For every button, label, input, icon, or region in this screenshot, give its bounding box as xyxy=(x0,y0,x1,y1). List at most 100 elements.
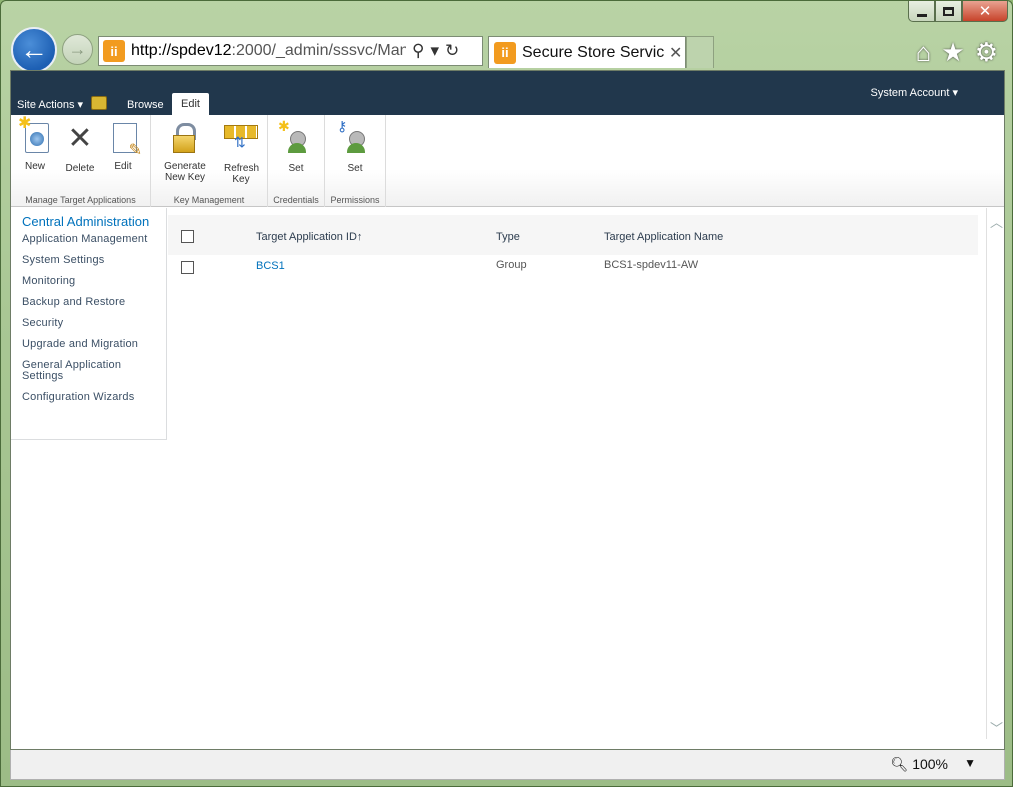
new-tab-button[interactable] xyxy=(686,36,714,68)
chevron-down-icon: ▾ xyxy=(952,87,958,99)
search-icon[interactable]: ⚲ xyxy=(412,41,424,61)
scroll-up-icon[interactable]: ︿ xyxy=(990,212,1003,231)
sharepoint-top-bar: Site Actions ▾ Browse Edit System Accoun… xyxy=(11,71,1004,115)
group-label: Credentials xyxy=(273,195,319,205)
favorites-star-icon[interactable]: ★ xyxy=(941,37,964,68)
delete-button[interactable]: ✕ Delete xyxy=(59,115,101,207)
back-button[interactable]: ← xyxy=(11,27,57,73)
set-credentials-label: Set xyxy=(288,163,304,174)
generate-new-key-button[interactable]: Generate New Key xyxy=(151,115,219,207)
tab-title: Secure Store Service... xyxy=(522,43,665,61)
navigate-up-icon[interactable] xyxy=(91,96,107,110)
delete-label: Delete xyxy=(65,163,95,174)
tab-edit[interactable]: Edit xyxy=(172,93,209,115)
new-label: New xyxy=(24,161,45,172)
minimize-button[interactable] xyxy=(908,1,935,22)
set-credentials-button[interactable]: ✱ Set xyxy=(268,115,324,207)
ribbon-group-permissions: ⚷ Set Permissions xyxy=(325,115,386,207)
maximize-button[interactable] xyxy=(935,1,962,22)
browser-tab[interactable]: ii Secure Store Service... ✕ xyxy=(488,36,686,68)
minimize-icon xyxy=(916,13,927,17)
tab-close-icon[interactable]: ✕ xyxy=(669,43,682,63)
maximize-icon xyxy=(943,6,954,16)
close-icon: ✕ xyxy=(978,2,992,20)
window-controls: ✕ xyxy=(908,1,1008,23)
refresh-key-button[interactable]: Refresh Key xyxy=(219,115,263,207)
row-checkbox[interactable] xyxy=(181,261,194,274)
account-label: System Account xyxy=(870,87,950,99)
nav-item-monitoring[interactable]: Monitoring xyxy=(22,276,166,287)
sparkle-icon: ✱ xyxy=(278,118,290,134)
scroll-down-icon[interactable]: ﹀ xyxy=(990,718,1003,737)
new-button[interactable]: New xyxy=(11,115,59,207)
edit-label: Edit xyxy=(114,161,132,172)
user-account-menu[interactable]: System Account ▾ xyxy=(871,86,958,99)
generate-new-key-label: Generate New Key xyxy=(164,161,206,183)
set-permissions-label: Set xyxy=(347,163,363,174)
url-path: :2000/_admin/sssvc/Manag xyxy=(231,42,406,59)
site-actions-label: Site Actions xyxy=(17,99,75,111)
tab-favicon-icon: ii xyxy=(494,41,516,64)
target-application-id-link[interactable]: BCS1 xyxy=(256,260,285,272)
edit-document-icon xyxy=(113,123,142,156)
type-cell: Group xyxy=(496,259,527,271)
ribbon-group-manage-target-applications: New ✕ Delete Edit Manage Target Applicat… xyxy=(11,115,151,207)
column-header-target-application-id[interactable]: Target Application ID↑ xyxy=(256,231,362,243)
group-label: Key Management xyxy=(173,195,245,205)
zoom-value: 100% xyxy=(912,756,948,772)
browser-window: ✕ ← → ii http://spdev12:2000/_admin/sssv… xyxy=(0,0,1013,787)
zoom-magnifier-icon: 🔍︎ xyxy=(890,756,909,772)
refresh-icon[interactable]: ↻ xyxy=(445,41,459,61)
table-row: BCS1 Group BCS1-spdev11-AW xyxy=(168,255,978,281)
home-icon[interactable]: ⌂ xyxy=(916,37,932,68)
site-actions-menu[interactable]: Site Actions ▾ xyxy=(17,98,83,111)
close-window-button[interactable]: ✕ xyxy=(962,1,1008,22)
nav-item-configuration-wizards[interactable]: Configuration Wizards xyxy=(22,392,166,403)
url-host: http://spdev12 xyxy=(131,42,232,59)
delete-x-icon: ✕ xyxy=(67,121,93,156)
ribbon: New ✕ Delete Edit Manage Target Applicat… xyxy=(11,115,1004,207)
forward-button[interactable]: → xyxy=(62,34,93,65)
permissions-users-icon: ⚷ xyxy=(337,118,371,155)
dropdown-arrow-icon[interactable]: ▾ xyxy=(430,41,439,61)
nav-item-backup-and-restore[interactable]: Backup and Restore xyxy=(22,297,166,308)
vertical-scrollbar[interactable]: ︿ ﹀ xyxy=(986,208,1004,739)
browser-tools: ⌂ ★ ⚙ xyxy=(916,37,998,68)
nav-item-upgrade-and-migration[interactable]: Upgrade and Migration xyxy=(22,339,166,350)
nav-item-security[interactable]: Security xyxy=(22,318,166,329)
key-lock-icon xyxy=(170,123,200,153)
site-favicon-icon: ii xyxy=(103,40,125,62)
forward-arrow-icon: → xyxy=(68,39,87,59)
target-applications-list: Target Application ID↑ Type Target Appli… xyxy=(168,215,978,281)
url-text[interactable]: http://spdev12:2000/_admin/sssvc/Manag xyxy=(131,42,406,60)
nav-item-general-application-settings[interactable]: General Application Settings xyxy=(22,360,142,382)
left-navigation: Central Administration Application Manag… xyxy=(11,208,167,440)
chevron-down-icon: ▾ xyxy=(77,99,84,111)
settings-gear-icon[interactable]: ⚙ xyxy=(975,37,998,68)
ribbon-group-key-management: Generate New Key Refresh Key Key Managem… xyxy=(151,115,268,207)
target-application-name-cell: BCS1-spdev11-AW xyxy=(604,259,699,271)
address-bar[interactable]: ii http://spdev12:2000/_admin/sssvc/Mana… xyxy=(98,36,483,66)
new-document-icon xyxy=(18,118,49,153)
table-header: Target Application ID↑ Type Target Appli… xyxy=(168,215,978,255)
zoom-level[interactable]: 🔍︎ 100% xyxy=(891,756,948,773)
zoom-dropdown-icon[interactable]: ▼ xyxy=(964,756,976,770)
back-arrow-icon: ← xyxy=(20,34,48,65)
key-icon: ⚷ xyxy=(337,118,348,134)
status-bar: 🔍︎ 100% ▼ xyxy=(10,750,1005,780)
tab-browse[interactable]: Browse xyxy=(127,99,164,111)
edit-button[interactable]: Edit xyxy=(101,115,145,207)
column-header-target-application-name[interactable]: Target Application Name xyxy=(604,231,723,243)
set-permissions-button[interactable]: ⚷ Set xyxy=(325,115,385,207)
column-header-type[interactable]: Type xyxy=(496,231,520,243)
ribbon-group-credentials: ✱ Set Credentials xyxy=(268,115,325,207)
nav-item-system-settings[interactable]: System Settings xyxy=(22,255,166,266)
refresh-key-icon xyxy=(224,123,258,155)
group-label: Manage Target Applications xyxy=(25,195,136,205)
nav-heading-central-administration[interactable]: Central Administration xyxy=(22,214,166,229)
refresh-key-label: Refresh Key xyxy=(224,163,260,185)
select-all-checkbox[interactable] xyxy=(181,230,194,243)
page-viewport: Site Actions ▾ Browse Edit System Accoun… xyxy=(10,70,1005,750)
nav-item-application-management[interactable]: Application Management xyxy=(22,234,166,245)
group-label: Permissions xyxy=(330,195,380,205)
